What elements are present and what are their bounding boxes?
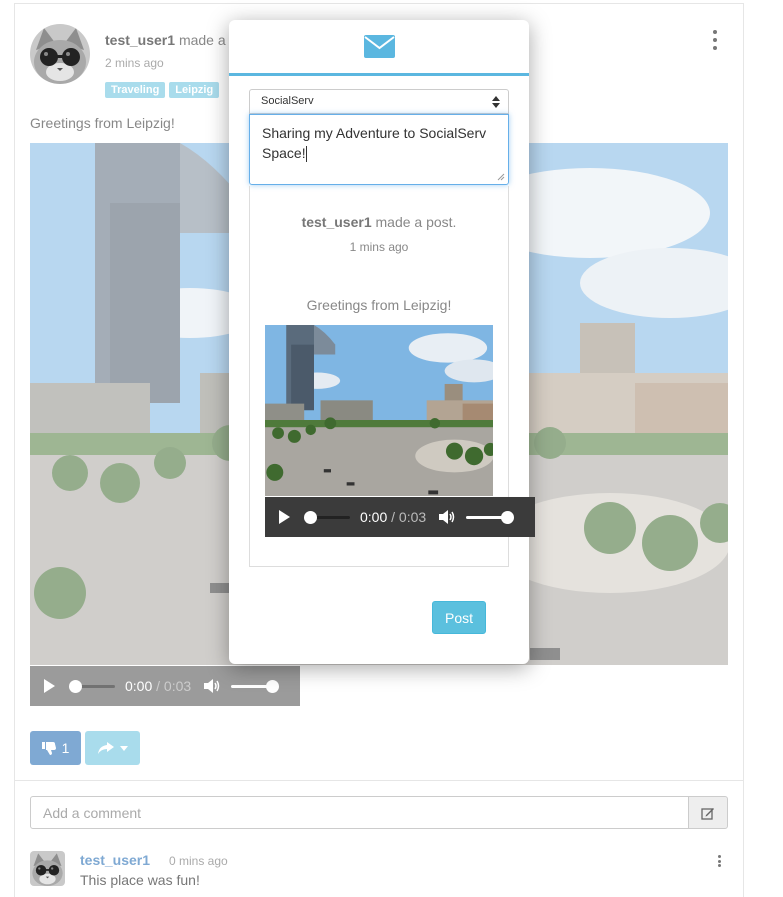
dislike-button[interactable]: 1: [30, 731, 81, 765]
preview-action: made a post.: [375, 214, 457, 230]
modal-header: [229, 20, 529, 76]
share-icon: [97, 741, 114, 754]
preview-author: test_user1: [301, 214, 372, 230]
preview-time: 1 mins ago: [349, 240, 409, 254]
play-icon[interactable]: [44, 679, 55, 693]
post-button[interactable]: Post: [432, 601, 486, 634]
seek-bar[interactable]: [69, 679, 115, 693]
share-message-textarea[interactable]: Sharing my Adventure to SocialServ Space…: [249, 114, 509, 185]
volume-slider[interactable]: [231, 679, 280, 693]
volume-icon[interactable]: [438, 509, 456, 525]
comment-menu-icon[interactable]: [718, 855, 722, 867]
comment-avatar[interactable]: [30, 851, 65, 886]
tag-leipzig[interactable]: Leipzig: [169, 82, 220, 98]
comment-input[interactable]: [30, 796, 689, 829]
resize-grip-icon[interactable]: [497, 173, 505, 181]
post-timestamp: 2 mins ago: [105, 56, 164, 70]
comment-text: This place was fun!: [80, 872, 200, 888]
edit-icon: [701, 807, 714, 820]
share-button[interactable]: [85, 731, 140, 765]
envelope-icon: [363, 35, 395, 58]
comment-author[interactable]: test_user1: [80, 852, 150, 868]
video-time: 0:00 / 0:03: [360, 509, 427, 525]
share-destination-select[interactable]: SocialServ: [249, 89, 509, 114]
comment-submit-button[interactable]: [688, 796, 728, 829]
seek-bar[interactable]: [304, 510, 350, 524]
preview-video-player: 0:00 / 0:03: [265, 497, 535, 537]
share-modal: SocialServ Sharing my Adventure to Socia…: [229, 20, 529, 664]
preview-text: Greetings from Leipzig!: [306, 297, 452, 313]
post-menu-icon[interactable]: [712, 30, 718, 50]
post-text: Greetings from Leipzig!: [30, 115, 175, 131]
video-time: 0:00 / 0:03: [125, 678, 192, 694]
post-tags: Traveling Leipzig: [105, 82, 220, 98]
post-author-name[interactable]: test_user1: [105, 32, 175, 48]
divider: [15, 780, 743, 781]
post-action-text: made a: [178, 32, 226, 48]
post-video-player: 0:00 / 0:03: [30, 666, 300, 706]
post-author-line: test_user1 made a: [105, 32, 226, 48]
volume-icon[interactable]: [203, 678, 221, 694]
avatar[interactable]: [30, 24, 90, 84]
comment-time: 0 mins ago: [169, 854, 228, 868]
preview-author-line: test_user1 made a post.: [250, 214, 508, 230]
select-arrows-icon: [492, 96, 500, 108]
volume-slider[interactable]: [466, 510, 515, 524]
preview-video-frame[interactable]: [265, 325, 493, 496]
thumbs-down-icon: [41, 741, 56, 755]
play-icon[interactable]: [279, 510, 290, 524]
tag-traveling[interactable]: Traveling: [105, 82, 166, 98]
chevron-down-icon: [119, 745, 128, 751]
like-count: 1: [61, 740, 70, 756]
